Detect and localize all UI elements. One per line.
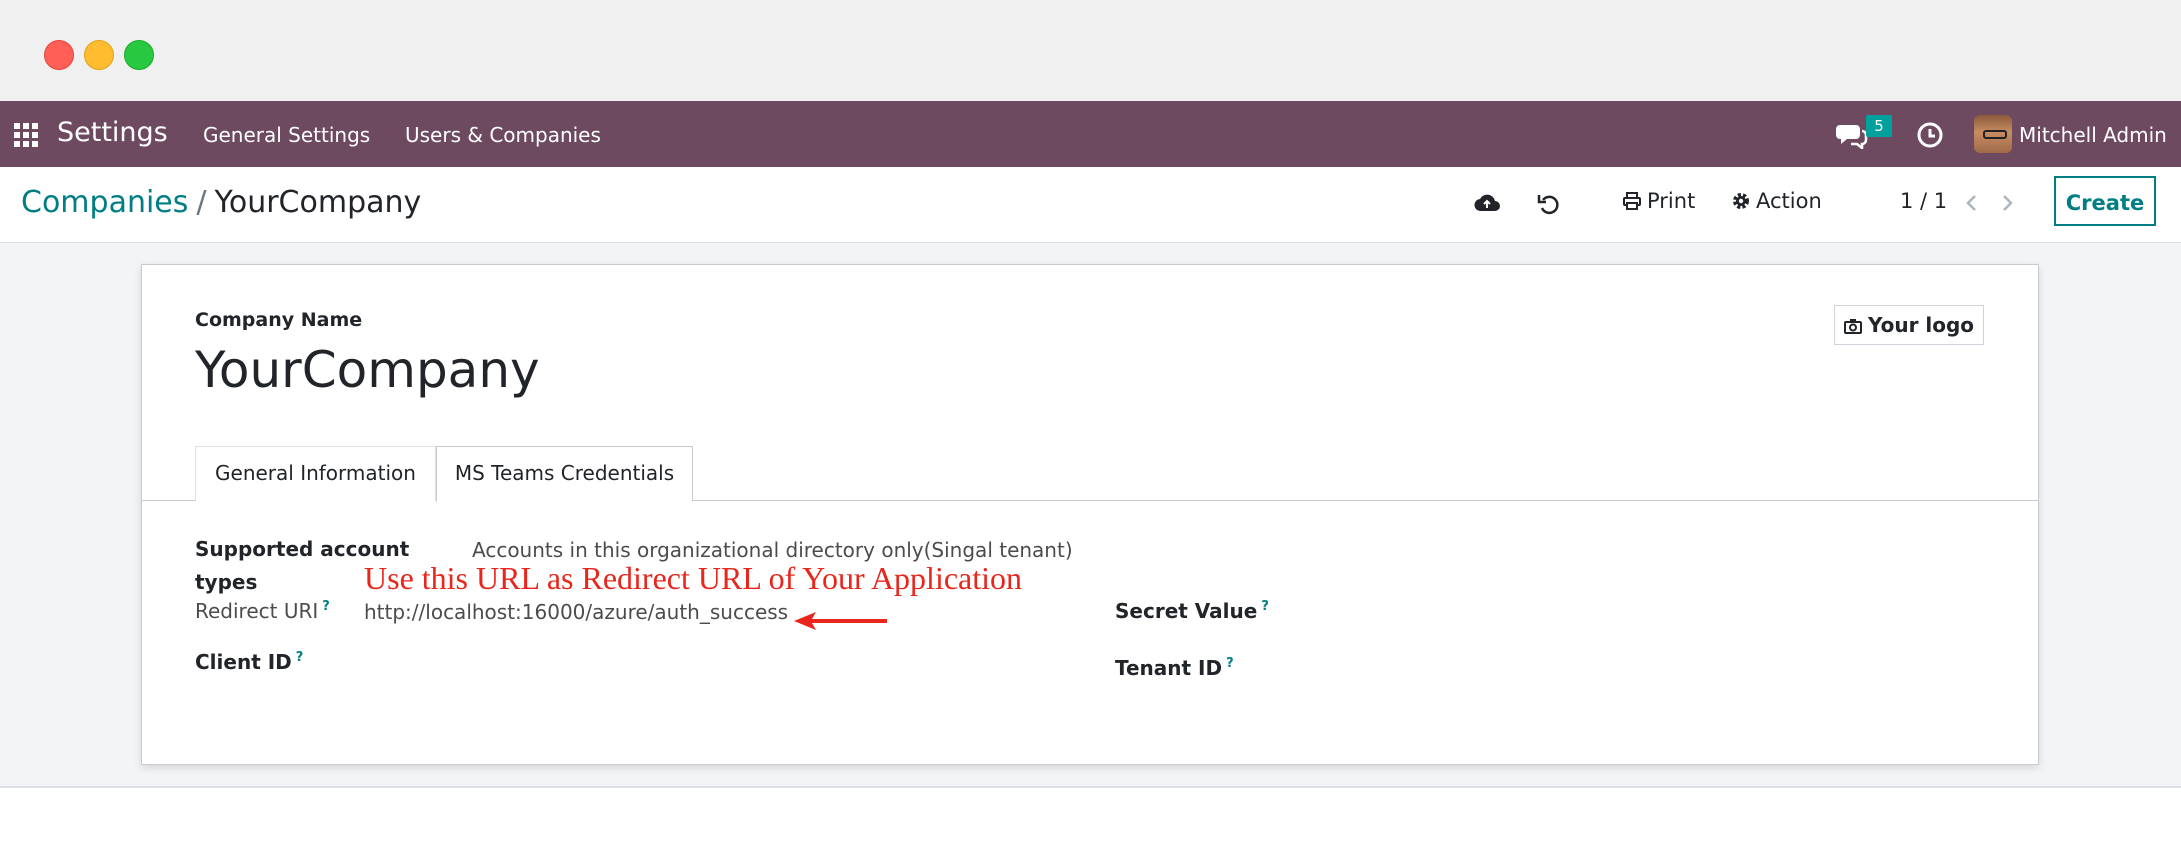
company-name-label: Company Name <box>195 309 363 331</box>
tab-ms-teams-credentials[interactable]: MS Teams Credentials <box>436 446 693 502</box>
action-label: Action <box>1756 189 1822 213</box>
breadcrumb-separator: / <box>196 185 207 220</box>
supported-account-types-label-line1: Supported account <box>195 537 410 561</box>
clock-icon[interactable] <box>1916 121 1944 149</box>
minimize-window-button[interactable] <box>84 40 114 70</box>
chevron-right-icon[interactable] <box>1997 191 2017 215</box>
tenant-id-label-text: Tenant ID <box>1115 656 1223 680</box>
redirect-uri-label: Redirect URI? <box>195 599 330 623</box>
undo-icon[interactable] <box>1536 191 1562 217</box>
message-count-badge: 5 <box>1866 115 1892 137</box>
apps-grid-icon[interactable] <box>14 123 38 147</box>
print-button[interactable]: Print <box>1622 189 1695 213</box>
main-navbar: Settings General Settings Users & Compan… <box>0 101 2181 167</box>
supported-account-types-field[interactable]: Accounts in this organizational director… <box>472 538 1073 562</box>
print-label: Print <box>1647 189 1696 213</box>
create-button[interactable]: Create <box>2054 176 2156 226</box>
red-arrow-icon <box>794 612 887 630</box>
print-icon <box>1623 192 1641 210</box>
secret-value-label: Secret Value? <box>1115 599 1269 623</box>
supported-account-types-label-line2: types <box>195 570 258 594</box>
breadcrumb-companies[interactable]: Companies <box>21 185 188 220</box>
menu-users-companies[interactable]: Users & Companies <box>405 123 601 147</box>
cloud-upload-icon[interactable] <box>1474 191 1500 217</box>
form-sheet: Company Name YourCompany Your logo Gener… <box>141 264 2039 765</box>
client-id-label: Client ID? <box>195 650 303 674</box>
maximize-window-button[interactable] <box>124 40 154 70</box>
close-window-button[interactable] <box>44 40 74 70</box>
logo-label: Your logo <box>1867 313 1975 337</box>
chevron-left-icon[interactable] <box>1962 191 1982 215</box>
client-id-label-text: Client ID <box>195 650 292 674</box>
help-tooltip-icon[interactable]: ? <box>322 599 330 614</box>
logo-upload-button[interactable]: Your logo <box>1834 305 1984 345</box>
gear-icon <box>1733 193 1749 209</box>
window-titlebar <box>0 0 2181 101</box>
app-name[interactable]: Settings <box>57 117 168 148</box>
breadcrumb-current: YourCompany <box>214 185 422 220</box>
chat-icon[interactable] <box>1836 121 1868 149</box>
camera-icon <box>1843 319 1862 334</box>
control-panel: Companies / YourCompany Print Action 1 / 1… <box>0 167 2181 243</box>
action-button[interactable]: Action <box>1731 189 1822 213</box>
pager-value[interactable]: 1 / 1 <box>1900 189 1947 213</box>
tenant-id-label: Tenant ID? <box>1115 656 1234 680</box>
redirect-uri-label-text: Redirect URI <box>195 599 319 623</box>
user-menu[interactable]: Mitchell Admin <box>2019 123 2167 147</box>
form-view: Company Name YourCompany Your logo Gener… <box>0 243 2181 788</box>
help-tooltip-icon[interactable]: ? <box>296 650 304 665</box>
redirect-uri-field[interactable]: http://localhost:16000/azure/auth_succes… <box>364 600 788 624</box>
help-tooltip-icon[interactable]: ? <box>1261 599 1269 614</box>
menu-general-settings[interactable]: General Settings <box>203 123 370 147</box>
breadcrumb: Companies / YourCompany <box>21 185 421 220</box>
secret-value-label-text: Secret Value <box>1115 599 1258 623</box>
page-bottom <box>0 788 2181 847</box>
tab-general-information[interactable]: General Information <box>195 446 436 501</box>
help-tooltip-icon[interactable]: ? <box>1226 656 1234 671</box>
user-avatar[interactable] <box>1974 115 2012 153</box>
company-name-field[interactable]: YourCompany <box>195 341 540 399</box>
annotation-text: Use this URL as Redirect URL of Your App… <box>364 560 1023 596</box>
